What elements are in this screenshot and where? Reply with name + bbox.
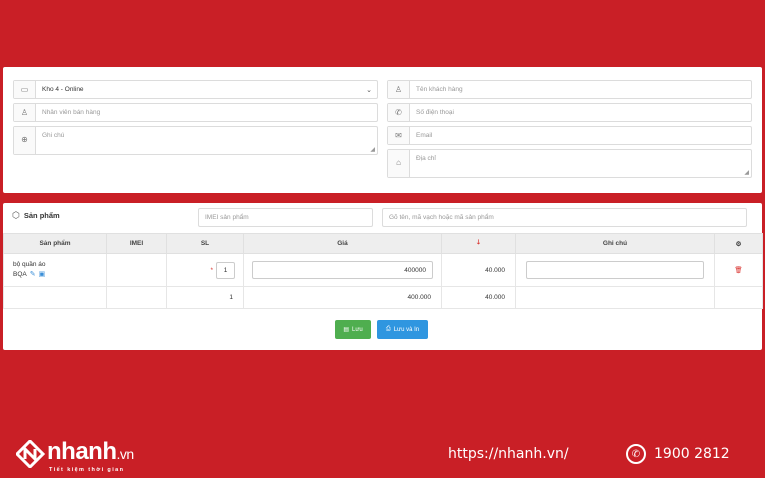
imei-cell xyxy=(106,253,167,287)
resize-grip-icon[interactable]: ◢ xyxy=(744,169,749,176)
printer-icon: ⎙ xyxy=(385,326,391,332)
column-header-imei: IMEI xyxy=(106,233,167,254)
nhanh-logo: nhanh.vn Tiết kiệm thời gian xyxy=(16,440,134,473)
products-panel: ⬡ Sản phẩm IMEI sản phẩm Gõ tên, mã vạch… xyxy=(3,203,763,350)
product-name[interactable]: bộ quần áo xyxy=(4,260,106,270)
phone-icon: ✆ xyxy=(626,444,646,464)
gift-icon[interactable]: ▣ xyxy=(39,271,46,278)
save-button[interactable]: ▤ Lưu xyxy=(335,320,371,339)
hotline-number: 1900 2812 xyxy=(654,446,730,462)
logo-tagline: Tiết kiệm thời gian xyxy=(49,467,125,473)
phone-icon: ✆ xyxy=(388,104,410,121)
warehouse-select[interactable]: ▭ Kho 4 - Online ⌄ xyxy=(13,80,378,99)
product-cell: bộ quần áo BQA ✎ ▣ xyxy=(3,253,107,287)
column-header-note: Ghi chú xyxy=(515,233,715,254)
table-row: bộ quần áo BQA ✎ ▣ * 1 400000 40.000 🗑 xyxy=(3,253,763,287)
order-info-panel: ▭ Kho 4 - Online ⌄ ♙ Nhân viên bán hàng … xyxy=(3,67,762,193)
address-textarea[interactable]: ⌂ Địa chỉ ◢ xyxy=(387,149,752,178)
nhanh-logo-icon xyxy=(16,440,46,468)
logo-text: nhanh xyxy=(47,438,117,465)
warehouse-icon: ▭ xyxy=(14,81,36,98)
cube-icon: ⬡ xyxy=(12,210,20,220)
column-header-price: Giá xyxy=(243,233,442,254)
email-input[interactable]: ✉ Email xyxy=(387,126,752,145)
price-cell: 400000 xyxy=(243,253,442,287)
chevron-down-icon: ⌄ xyxy=(366,87,372,94)
products-table: Sản phẩm IMEI SL Giá 🡓 Ghi chú ⚙ bộ quần… xyxy=(3,233,763,309)
qty-cell: * 1 xyxy=(166,253,244,287)
edit-icon[interactable]: ✎ xyxy=(30,271,36,278)
resize-grip-icon[interactable]: ◢ xyxy=(370,146,375,153)
note-cell xyxy=(515,253,715,287)
warehouse-value: Kho 4 - Online xyxy=(42,86,84,93)
required-mark: * xyxy=(210,266,213,274)
column-header-discount[interactable]: 🡓 xyxy=(441,233,516,254)
user-icon: ♙ xyxy=(14,104,36,121)
envelope-icon: ✉ xyxy=(388,127,410,144)
totals-row: 1 400.000 40.000 xyxy=(3,286,763,309)
discount-value: 40.000 xyxy=(441,253,516,287)
column-header-settings[interactable]: ⚙ xyxy=(714,233,763,254)
save-and-print-button[interactable]: ⎙ Lưu và In xyxy=(377,320,428,339)
table-header-row: Sản phẩm IMEI SL Giá 🡓 Ghi chú ⚙ xyxy=(3,233,763,254)
arrow-down-icon[interactable]: 🡓 xyxy=(477,239,480,246)
note-textarea[interactable]: ⊕ Ghi chú ◢ xyxy=(13,126,378,155)
total-qty: 1 xyxy=(166,286,244,309)
phone-input[interactable]: ✆ Số điện thoại xyxy=(387,103,752,122)
user-icon: ♙ xyxy=(388,81,410,98)
imei-search-input[interactable]: IMEI sản phẩm xyxy=(198,208,373,227)
product-search-input[interactable]: Gõ tên, mã vạch hoặc mã sản phẩm xyxy=(382,208,747,227)
website-url[interactable]: https://nhanh.vn/ xyxy=(448,446,569,462)
price-input[interactable]: 400000 xyxy=(252,261,433,279)
qty-input[interactable]: 1 xyxy=(216,261,235,279)
logo-suffix: .vn xyxy=(116,446,135,462)
total-price: 400.000 xyxy=(243,286,442,309)
row-note-input[interactable] xyxy=(526,261,704,279)
column-header-product: Sản phẩm xyxy=(3,233,107,254)
products-title: Sản phẩm xyxy=(23,211,60,220)
products-header: ⬡ Sản phẩm xyxy=(12,210,60,221)
staff-input[interactable]: ♙ Nhân viên bán hàng xyxy=(13,103,378,122)
note-icon: ⊕ xyxy=(14,127,36,154)
hotline: ✆ 1900 2812 xyxy=(626,444,730,464)
footer-banner: nhanh.vn Tiết kiệm thời gian https://nha… xyxy=(0,430,765,478)
gear-icon[interactable]: ⚙ xyxy=(736,241,742,248)
floppy-icon: ▤ xyxy=(343,327,349,333)
column-header-qty: SL xyxy=(166,233,244,254)
total-discount: 40.000 xyxy=(441,286,516,309)
trash-icon[interactable]: 🗑 xyxy=(734,267,742,274)
delete-cell: 🗑 xyxy=(714,253,763,287)
customer-name-input[interactable]: ♙ Tên khách hàng xyxy=(387,80,752,99)
product-code: BQA xyxy=(13,271,27,278)
home-icon: ⌂ xyxy=(388,150,410,177)
